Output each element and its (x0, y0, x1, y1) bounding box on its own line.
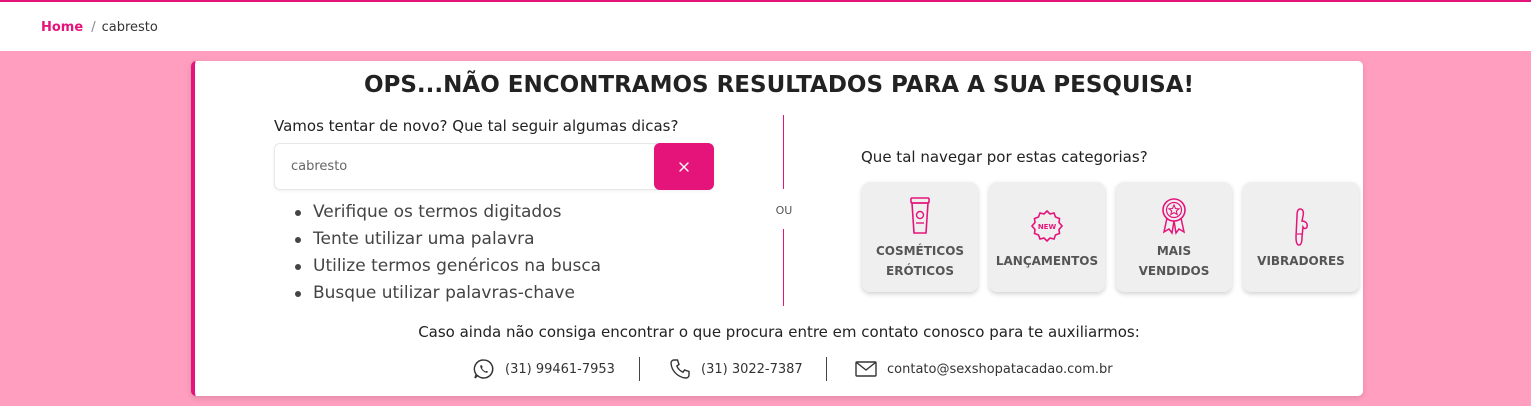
email-address: contato@sexshopatacadao.com.br (887, 361, 1113, 377)
phone-number: (31) 3022-7387 (701, 361, 803, 377)
tip-item: Tente utilizar uma palavra (293, 228, 601, 255)
mail-icon (855, 361, 877, 377)
whatsapp-number: (31) 99461-7953 (505, 361, 615, 377)
page-title: OPS...NÃO ENCONTRAMOS RESULTADOS PARA A … (363, 72, 1195, 98)
search-bar (274, 143, 714, 190)
new-badge-icon: NEW (1031, 210, 1063, 242)
breadcrumb: Home / cabresto (41, 20, 158, 35)
contact-separator (826, 357, 827, 381)
cosmetic-tube-icon (910, 197, 930, 234)
category-vibradores[interactable]: VIBRADORES (1243, 182, 1359, 292)
or-label: OU (775, 204, 793, 217)
tips-heading: Vamos tentar de novo? Que tal seguir alg… (274, 117, 679, 135)
tip-item: Verifique os termos digitados (293, 201, 601, 228)
category-label: MAIS VENDIDOS (1138, 244, 1210, 278)
contact-heading: Caso ainda não consiga encontrar o que p… (418, 323, 1140, 341)
categories-heading: Que tal navegar por estas categorias? (861, 148, 1148, 166)
whatsapp-icon (473, 359, 494, 379)
category-label: COSMÉTICOS ERÓTICOS (875, 244, 965, 278)
breadcrumb-bar: Home / cabresto (0, 0, 1531, 51)
search-input[interactable] (275, 144, 653, 189)
category-cosmeticos-eroticos[interactable]: COSMÉTICOS ERÓTICOS (862, 182, 978, 292)
vibrator-icon (1295, 208, 1308, 246)
vertical-divider (783, 229, 784, 306)
category-label: VIBRADORES (1257, 254, 1345, 268)
email-contact-link[interactable]: contato@sexshopatacadao.com.br (855, 357, 1113, 381)
breadcrumb-current: cabresto (101, 20, 158, 35)
category-lancamentos[interactable]: NEW LANÇAMENTOS (989, 182, 1105, 292)
vertical-divider (783, 115, 784, 189)
close-icon (679, 161, 689, 172)
whatsapp-contact-link[interactable]: (31) 99461-7953 (473, 357, 615, 381)
phone-icon (670, 359, 690, 379)
breadcrumb-home-link[interactable]: Home (41, 20, 83, 35)
award-ribbon-icon (1162, 198, 1186, 235)
tips-list: Verifique os termos digitados Tente util… (293, 201, 601, 309)
no-results-card: OPS...NÃO ENCONTRAMOS RESULTADOS PARA A … (191, 61, 1363, 396)
category-label: LANÇAMENTOS (995, 254, 1099, 268)
clear-search-button[interactable] (654, 143, 714, 190)
svg-text:NEW: NEW (1038, 223, 1057, 231)
breadcrumb-separator: / (91, 20, 96, 35)
tip-item: Busque utilizar palavras-chave (293, 282, 601, 309)
contact-separator (639, 357, 640, 381)
phone-contact-link[interactable]: (31) 3022-7387 (669, 357, 803, 381)
tip-item: Utilize termos genéricos na busca (293, 255, 601, 282)
category-mais-vendidos[interactable]: MAIS VENDIDOS (1116, 182, 1232, 292)
